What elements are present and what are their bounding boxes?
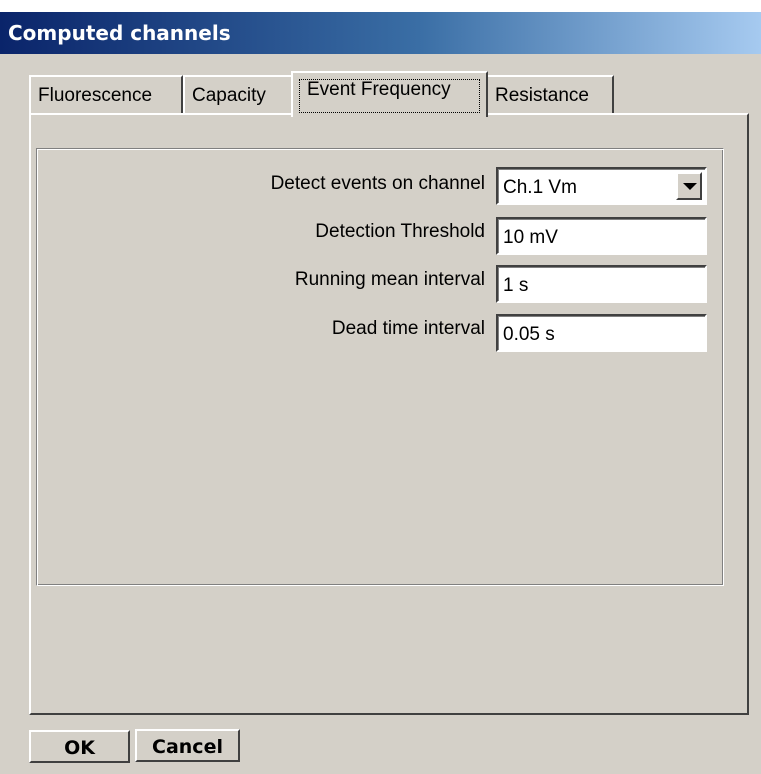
threshold-label: Detection Threshold bbox=[315, 221, 485, 242]
settings-group-box bbox=[36, 148, 724, 586]
running-mean-label: Running mean interval bbox=[294, 269, 485, 290]
tab-capacity-label: Capacity bbox=[192, 85, 266, 106]
detect-channel-label: Detect events on channel bbox=[270, 173, 485, 194]
tab-event-frequency[interactable]: Event Frequency bbox=[291, 71, 488, 117]
threshold-input[interactable]: 10 mV bbox=[496, 217, 707, 255]
title-bar[interactable]: Computed channels bbox=[0, 12, 761, 54]
tab-capacity[interactable]: Capacity bbox=[183, 75, 293, 115]
running-mean-value: 1 s bbox=[503, 275, 529, 296]
chevron-down-icon bbox=[683, 183, 697, 190]
tab-resistance-label: Resistance bbox=[495, 85, 589, 106]
tab-fluorescence[interactable]: Fluorescence bbox=[29, 75, 183, 115]
dead-time-label: Dead time interval bbox=[331, 318, 485, 339]
running-mean-input[interactable]: 1 s bbox=[496, 265, 707, 303]
dropdown-button[interactable] bbox=[676, 172, 702, 200]
detect-channel-select[interactable]: Ch.1 Vm bbox=[496, 167, 707, 205]
cancel-button[interactable]: Cancel bbox=[135, 729, 240, 762]
threshold-value: 10 mV bbox=[503, 227, 558, 248]
detect-channel-value: Ch.1 Vm bbox=[503, 177, 577, 198]
top-border bbox=[0, 0, 761, 12]
dead-time-value: 0.05 s bbox=[503, 324, 555, 345]
tab-event-frequency-label: Event Frequency bbox=[307, 79, 451, 100]
dead-time-input[interactable]: 0.05 s bbox=[496, 314, 707, 352]
ok-button[interactable]: OK bbox=[29, 730, 130, 763]
tab-resistance[interactable]: Resistance bbox=[486, 75, 614, 115]
computed-channels-dialog: Computed channels Fluorescence Capacity … bbox=[0, 0, 761, 774]
window-title: Computed channels bbox=[8, 21, 231, 45]
tab-fluorescence-label: Fluorescence bbox=[38, 85, 153, 106]
